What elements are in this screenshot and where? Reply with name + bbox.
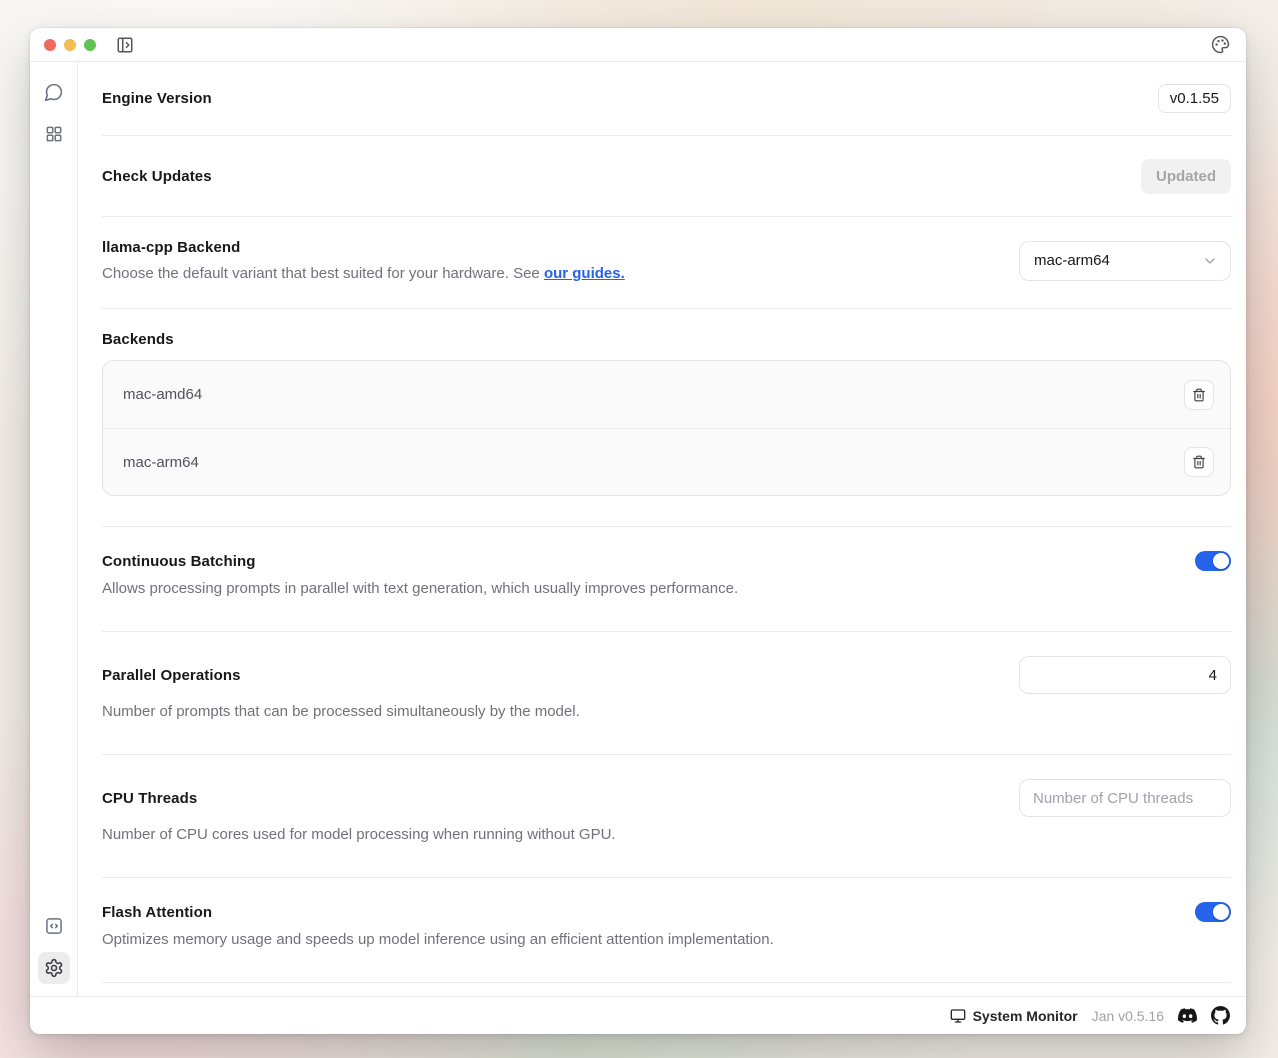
close-button[interactable] — [44, 39, 56, 51]
backend-variant-select[interactable]: mac-arm64 — [1019, 241, 1231, 281]
flash-attention-label: Flash Attention — [102, 904, 212, 921]
backend-select-label: llama-cpp Backend — [102, 239, 625, 256]
setting-row-llamacpp-backend: llama-cpp Backend Choose the default var… — [102, 217, 1231, 309]
sidebar-item-threads[interactable] — [38, 76, 70, 108]
backends-list: mac-amd64 mac-arm64 — [102, 360, 1231, 496]
setting-row-check-updates: Check Updates Updated — [102, 136, 1231, 217]
backend-name: mac-amd64 — [123, 386, 202, 403]
chat-bubble-icon — [43, 82, 64, 103]
discord-icon[interactable] — [1178, 1006, 1197, 1025]
parallel-operations-label: Parallel Operations — [102, 667, 241, 684]
backend-select-text: llama-cpp Backend Choose the default var… — [102, 239, 625, 282]
backend-select-description: Choose the default variant that best sui… — [102, 265, 625, 282]
setting-row-backends: Backends mac-amd64 mac-arm64 — [102, 309, 1231, 527]
setting-row-engine-version: Engine Version v0.1.55 — [102, 62, 1231, 136]
our-guides-link[interactable]: our guides. — [544, 265, 625, 282]
check-updates-button[interactable]: Updated — [1141, 159, 1231, 194]
cpu-threads-description: Number of CPU cores used for model proce… — [102, 826, 1231, 843]
continuous-batching-label: Continuous Batching — [102, 553, 256, 570]
backend-name: mac-arm64 — [123, 454, 199, 471]
backend-list-item: mac-arm64 — [103, 428, 1230, 495]
titlebar — [30, 28, 1246, 62]
system-monitor-label: System Monitor — [973, 1008, 1078, 1024]
engine-version-label: Engine Version — [102, 90, 212, 107]
panel-left-open-icon[interactable] — [114, 34, 136, 56]
sidebar-item-hub[interactable] — [38, 118, 70, 150]
check-updates-label: Check Updates — [102, 168, 212, 185]
delete-backend-button[interactable] — [1184, 447, 1214, 477]
code-square-icon — [44, 916, 64, 936]
sidebar-item-settings[interactable] — [38, 952, 70, 984]
grid-icon — [44, 124, 64, 144]
parallel-operations-input[interactable] — [1019, 656, 1231, 694]
backend-select-description-text: Choose the default variant that best sui… — [102, 265, 544, 282]
setting-row-flash-attention: Flash Attention Optimizes memory usage a… — [102, 878, 1231, 983]
chevron-down-icon — [1202, 253, 1218, 269]
trash-icon — [1192, 388, 1206, 402]
parallel-operations-description: Number of prompts that can be processed … — [102, 703, 1231, 720]
sidebar — [30, 62, 78, 996]
backends-label: Backends — [102, 331, 1231, 348]
flash-attention-toggle[interactable] — [1195, 902, 1231, 922]
app-version-label: Jan v0.5.16 — [1092, 1008, 1164, 1024]
setting-row-cpu-threads: CPU Threads Number of CPU cores used for… — [102, 755, 1231, 878]
backend-list-item: mac-amd64 — [103, 361, 1230, 428]
cpu-threads-label: CPU Threads — [102, 790, 197, 807]
backend-variant-selected-value: mac-arm64 — [1034, 252, 1110, 269]
gear-icon — [44, 958, 64, 978]
setting-row-continuous-batching: Continuous Batching Allows processing pr… — [102, 527, 1231, 632]
app-window: Engine Version v0.1.55 Check Updates Upd… — [30, 28, 1246, 1034]
continuous-batching-description: Allows processing prompts in parallel wi… — [102, 580, 1231, 597]
setting-row-parallel-operations: Parallel Operations Number of prompts th… — [102, 632, 1231, 755]
system-monitor-button[interactable]: System Monitor — [950, 1008, 1078, 1024]
zoom-button[interactable] — [84, 39, 96, 51]
palette-icon[interactable] — [1209, 33, 1232, 56]
trash-icon — [1192, 455, 1206, 469]
monitor-icon — [950, 1008, 966, 1024]
settings-content: Engine Version v0.1.55 Check Updates Upd… — [78, 62, 1246, 996]
sidebar-item-local-api-server[interactable] — [38, 910, 70, 942]
engine-version-badge: v0.1.55 — [1158, 84, 1231, 113]
github-icon[interactable] — [1211, 1006, 1230, 1025]
status-bar: System Monitor Jan v0.5.16 — [30, 996, 1246, 1034]
delete-backend-button[interactable] — [1184, 380, 1214, 410]
cpu-threads-input[interactable] — [1019, 779, 1231, 817]
continuous-batching-toggle[interactable] — [1195, 551, 1231, 571]
flash-attention-description: Optimizes memory usage and speeds up mod… — [102, 931, 1231, 948]
minimize-button[interactable] — [64, 39, 76, 51]
